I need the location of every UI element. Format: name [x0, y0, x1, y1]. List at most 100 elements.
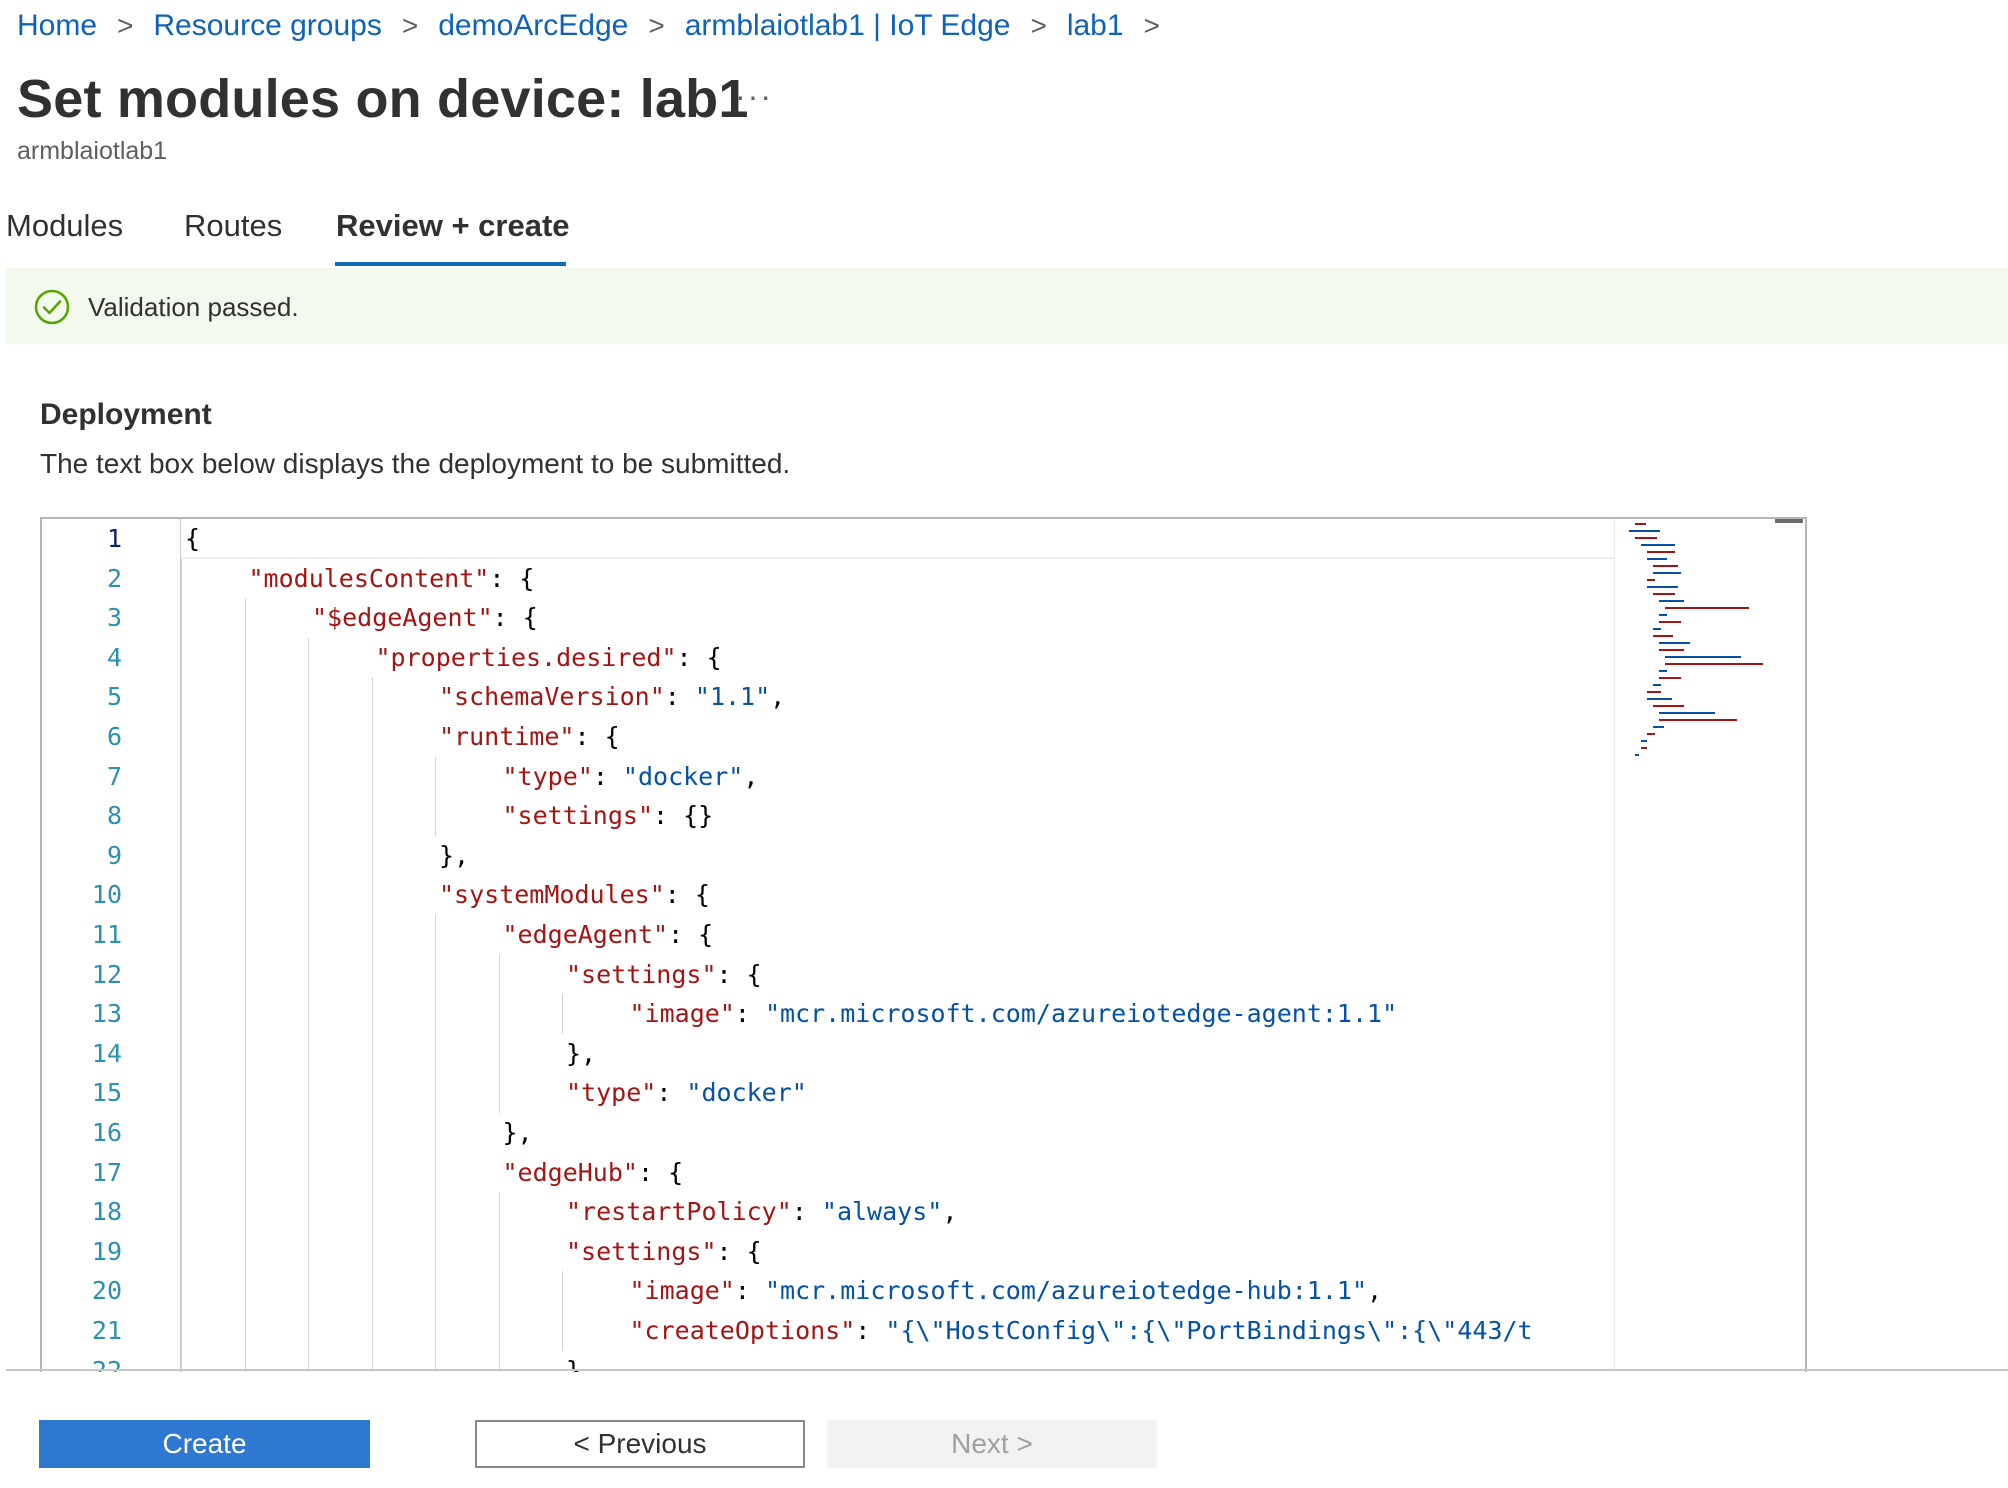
breadcrumb-device[interactable]: lab1 [1067, 9, 1124, 43]
indent-guide [181, 915, 182, 955]
indent-guide [498, 1271, 500, 1311]
indent-guide [244, 994, 246, 1034]
indent-guide [244, 1192, 246, 1232]
code-line: "$edgeAgent": { [312, 603, 538, 633]
code-line: "properties.desired": { [375, 642, 722, 672]
deployment-json-editor[interactable]: 1 2 3 4 5 6 7 8 9 10 11 12 13 14 15 16 17 18 19 20 21 22 {"mo… [40, 517, 1807, 1372]
indent-guide [562, 1271, 563, 1311]
tab-review-create[interactable]: Review + create [336, 208, 570, 244]
minimap-line [1653, 635, 1673, 637]
minimap-line [1653, 593, 1676, 595]
indent-guide [181, 1113, 182, 1153]
minimap-line [1647, 551, 1675, 553]
indent-guide [498, 1033, 500, 1074]
minimap-line [1659, 621, 1682, 623]
current-line-highlight [181, 519, 1614, 559]
minimap-line [1659, 614, 1668, 616]
indent-guide [308, 1152, 309, 1193]
validation-status: Validation passed. [88, 292, 299, 322]
code-line: "type": "docker" [566, 1078, 807, 1108]
chevron-right-icon: > [1030, 10, 1047, 41]
indent-guide [371, 1192, 373, 1232]
indent-guide [435, 994, 436, 1034]
minimap-line [1653, 684, 1662, 686]
indent-guide [244, 717, 246, 757]
breadcrumb-resource-group[interactable]: demoArcEdge [438, 9, 628, 43]
indent-guide [371, 796, 373, 836]
code-line: "systemModules": { [439, 880, 710, 910]
indent-guide [435, 1073, 436, 1113]
code-line: "image": "mcr.microsoft.com/azureiotedge… [629, 1276, 1383, 1306]
indent-guide [498, 994, 500, 1034]
indent-guide [435, 915, 436, 955]
indent-guide [308, 756, 309, 797]
indent-guide [244, 756, 246, 797]
chevron-right-icon: > [117, 10, 134, 41]
minimap-line [1635, 523, 1647, 525]
indent-guide [244, 598, 246, 638]
tab-modules[interactable]: Modules [6, 208, 123, 244]
indent-guide [181, 796, 182, 836]
minimap-line [1653, 628, 1662, 630]
deployment-heading: Deployment [40, 398, 212, 431]
minimap[interactable] [1614, 519, 1805, 1372]
minimap-line [1635, 537, 1658, 539]
line-number: 13 [91, 999, 122, 1029]
indent-guide [181, 558, 182, 599]
indent-guide [435, 1192, 436, 1232]
line-number: 5 [106, 682, 122, 712]
line-number: 9 [106, 840, 122, 870]
indent-guide [244, 1152, 246, 1193]
minimap-line [1665, 663, 1763, 665]
tab-routes[interactable]: Routes [184, 208, 282, 244]
indent-guide [308, 915, 309, 955]
indent-guide [308, 677, 309, 717]
minimap-line [1635, 754, 1640, 756]
breadcrumb-home[interactable]: Home [17, 9, 97, 43]
scrollbar-thumb[interactable] [1775, 519, 1803, 523]
indent-guide [308, 1271, 309, 1311]
line-number: 2 [106, 563, 122, 593]
indent-guide [244, 1113, 246, 1153]
indent-guide [435, 1271, 436, 1311]
indent-guide [244, 954, 246, 995]
breadcrumb-resource-groups[interactable]: Resource groups [153, 9, 381, 43]
previous-button[interactable]: < Previous [475, 1420, 805, 1468]
deployment-description: The text box below displays the deployme… [40, 448, 791, 479]
code-line: "settings": {} [502, 801, 714, 831]
indent-guide [371, 915, 373, 955]
indent-guide [308, 1192, 309, 1232]
validation-banner [6, 268, 2008, 344]
breadcrumb-iot-edge[interactable]: armblaiotlab1 | IoT Edge [685, 9, 1011, 43]
next-button[interactable]: Next > [827, 1420, 1157, 1468]
line-number: 16 [91, 1118, 122, 1147]
indent-guide [435, 1152, 436, 1193]
indent-guide [371, 756, 373, 797]
code-line: "createOptions": "{\"HostConfig\":{\"Por… [629, 1316, 1533, 1345]
indent-guide [371, 1033, 373, 1074]
indent-guide [181, 677, 182, 717]
line-number: 11 [91, 920, 122, 949]
indent-guide [498, 1073, 500, 1113]
indent-guide [181, 1311, 182, 1351]
code-line: "runtime": { [439, 722, 620, 751]
indent-guide [371, 1311, 373, 1351]
indent-guide [371, 875, 373, 915]
indent-guide [308, 1033, 309, 1074]
indent-guide [435, 954, 436, 995]
indent-guide [244, 835, 246, 876]
page-subtitle: armblaiotlab1 [17, 137, 168, 165]
indent-guide [244, 915, 246, 955]
code-area[interactable]: {"modulesContent": {"$edgeAgent": {"prop… [181, 519, 1614, 1372]
code-line: "type": "docker", [502, 761, 759, 791]
create-button[interactable]: Create [39, 1420, 370, 1468]
indent-guide [181, 598, 182, 638]
code-line: "edgeHub": { [502, 1157, 684, 1187]
line-number: 7 [106, 761, 122, 791]
indent-guide [308, 1311, 309, 1351]
more-options-icon[interactable]: ··· [735, 78, 773, 115]
line-number: 19 [91, 1236, 122, 1266]
indent-guide [244, 1271, 246, 1311]
minimap-line [1653, 705, 1684, 707]
indent-guide [244, 796, 246, 836]
